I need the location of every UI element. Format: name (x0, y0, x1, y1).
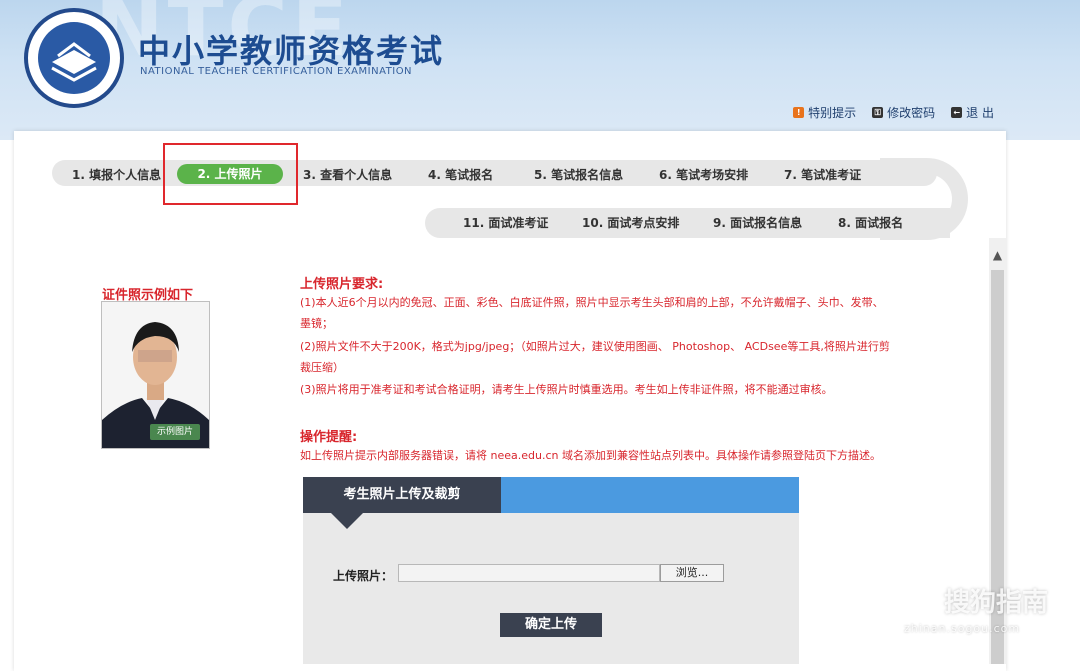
browse-button[interactable]: 浏览... (660, 564, 724, 582)
sogou-logo-icon: S (904, 576, 940, 612)
operation-tips-title: 操作提醒: (300, 430, 358, 445)
logout-label: 退 出 (966, 106, 994, 120)
logout-icon: ← (951, 107, 963, 118)
requirement-line: (1)本人近6个月以内的免冠、正面、彩色、白底证件照，照片中显示考生头部和肩的上… (300, 296, 884, 309)
step-interview-registration[interactable]: 8. 面试报名 (838, 214, 903, 231)
upload-photo-label: 上传照片： (333, 569, 394, 583)
watermark-url: zhinan.sogou.com (904, 622, 1021, 635)
change-password-label: 修改密码 (887, 106, 936, 120)
exam-logo (24, 8, 124, 108)
operation-tip-text: 如上传照片提示内部服务器错误，请将 neea.edu.cn 域名添加到兼容性站点… (300, 449, 881, 462)
special-notice-link[interactable]: ! 特别提示 (793, 104, 856, 121)
step-view-personal-info[interactable]: 3. 查看个人信息 (303, 166, 392, 183)
upload-crop-tab[interactable]: 考生照片上传及裁剪 (303, 477, 501, 513)
requirement-line: (3)照片将用于准考证和考试合格证明，请考生上传照片时慎重选用。考生如上传非证件… (300, 383, 833, 396)
site-header: NTCE 中小学教师资格考试 NATIONAL TEACHER CERTIFIC… (0, 0, 1080, 140)
step-fill-personal-info[interactable]: 1. 填报个人信息 (72, 166, 161, 183)
annotation-highlight-box (163, 143, 298, 205)
step-interview-venue[interactable]: 10. 面试考点安排 (582, 214, 679, 231)
step-written-exam-venue[interactable]: 6. 笔试考场安排 (659, 166, 748, 183)
confirm-upload-button[interactable]: 确定上传 (500, 613, 602, 637)
requirement-line: 墨镜； (300, 317, 333, 330)
notice-icon: ! (793, 107, 805, 118)
step-written-registration-info[interactable]: 5. 笔试报名信息 (534, 166, 623, 183)
step-interview-admission-ticket[interactable]: 11. 面试准考证 (463, 214, 548, 231)
change-password-link[interactable]: ⚿ 修改密码 (872, 104, 935, 121)
logout-link[interactable]: ← 退 出 (951, 104, 994, 121)
requirements-title: 上传照片要求: (300, 277, 384, 292)
photo-file-input[interactable] (398, 564, 660, 582)
step-interview-registration-info[interactable]: 9. 面试报名信息 (713, 214, 802, 231)
tab-pointer-icon (331, 513, 363, 529)
special-notice-label: 特别提示 (808, 106, 857, 120)
requirement-line: (2)照片文件不大于200K，格式为jpg/jpeg；（如照片过大，建议使用图画… (300, 340, 890, 353)
requirement-line: 裁压缩） (300, 361, 344, 374)
step-written-exam-registration[interactable]: 4. 笔试报名 (428, 166, 493, 183)
logo-emblem-icon (38, 22, 110, 94)
watermark-text: 搜狗指南 (944, 588, 1049, 618)
sample-photo-badge: 示例图片 (150, 424, 200, 440)
scroll-up-icon[interactable]: ▲ (989, 248, 1006, 268)
photo-upload-panel: 考生照片上传及裁剪 上传照片： 浏览... 确定上传 (303, 477, 799, 664)
site-subtitle: NATIONAL TEACHER CERTIFICATION EXAMINATI… (140, 66, 413, 77)
step-written-admission-ticket[interactable]: 7. 笔试准考证 (784, 166, 861, 183)
key-icon: ⚿ (872, 107, 884, 118)
top-links: ! 特别提示 ⚿ 修改密码 ← 退 出 (793, 104, 994, 121)
